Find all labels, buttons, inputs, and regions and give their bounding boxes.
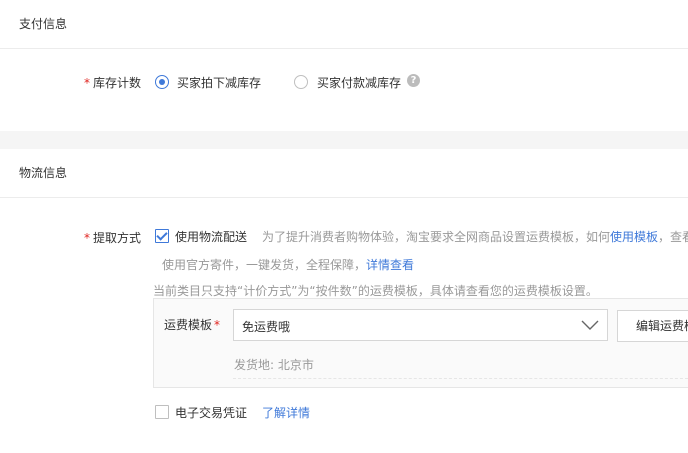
use-template-link[interactable]: 使用模板 bbox=[610, 230, 658, 244]
category-note: 当前类目只支持“计价方式”为“按件数”的运费模板，具体请查看您的运费模板设置。 bbox=[153, 284, 598, 298]
radio-reduce-on-order[interactable] bbox=[155, 75, 169, 89]
logistics-section-title: 物流信息 bbox=[0, 149, 688, 198]
learn-more-link[interactable]: 了解详情 bbox=[262, 404, 310, 421]
use-logistics-checkbox[interactable] bbox=[155, 229, 169, 243]
evoucher-checkbox[interactable] bbox=[155, 405, 169, 419]
required-mark: * bbox=[214, 318, 221, 332]
template-select[interactable]: 免运费哦 bbox=[233, 309, 608, 341]
official-details-link[interactable]: 详情查看 bbox=[366, 258, 414, 272]
template-label-wrap: 运费模板 * bbox=[164, 316, 223, 333]
official-shipping-text: 使用官方寄件，一键发货，全程保障， bbox=[162, 258, 367, 272]
payment-section: 支付信息 * 库存计数 买家拍下减库存 买家付款减库存 ? bbox=[0, 0, 688, 131]
template-label: 运费模板 bbox=[164, 318, 213, 332]
pickup-label: 提取方式 bbox=[93, 231, 142, 245]
radio-reduce-on-payment[interactable] bbox=[294, 75, 308, 89]
logistics-hint-prefix: 为了提升消费者购物体验，淘宝要求全网商品设置运费模板，如何 bbox=[262, 230, 611, 244]
radio-reduce-on-payment-label[interactable]: 买家付款减库存 bbox=[317, 74, 401, 91]
radio-reduce-on-order-label[interactable]: 买家拍下减库存 bbox=[177, 74, 261, 91]
use-logistics-label[interactable]: 使用物流配送 bbox=[175, 228, 247, 245]
inventory-label: 库存计数 bbox=[93, 76, 142, 90]
template-select-value: 免运费哦 bbox=[242, 320, 291, 334]
logistics-hint: 为了提升消费者购物体验，淘宝要求全网商品设置运费模板，如何使用模板，查看 bbox=[262, 228, 688, 245]
inventory-label-wrap: * 库存计数 bbox=[84, 74, 141, 91]
chevron-down-icon bbox=[581, 320, 599, 330]
required-mark: * bbox=[84, 76, 90, 90]
edit-template-button[interactable]: 编辑运费模板 bbox=[617, 310, 688, 342]
ship-from-text: 发货地: 北京市 bbox=[234, 358, 314, 372]
help-icon[interactable]: ? bbox=[407, 74, 420, 87]
pickup-label-wrap: * 提取方式 bbox=[84, 229, 141, 246]
evoucher-label[interactable]: 电子交易凭证 bbox=[175, 404, 247, 421]
required-mark: * bbox=[84, 231, 90, 245]
payment-section-title: 支付信息 bbox=[0, 0, 688, 49]
divider bbox=[233, 378, 688, 379]
logistics-hint-suffix: ，查看 bbox=[658, 230, 688, 244]
official-shipping-note: 使用官方寄件，一键发货，全程保障，详情查看 bbox=[162, 256, 414, 273]
